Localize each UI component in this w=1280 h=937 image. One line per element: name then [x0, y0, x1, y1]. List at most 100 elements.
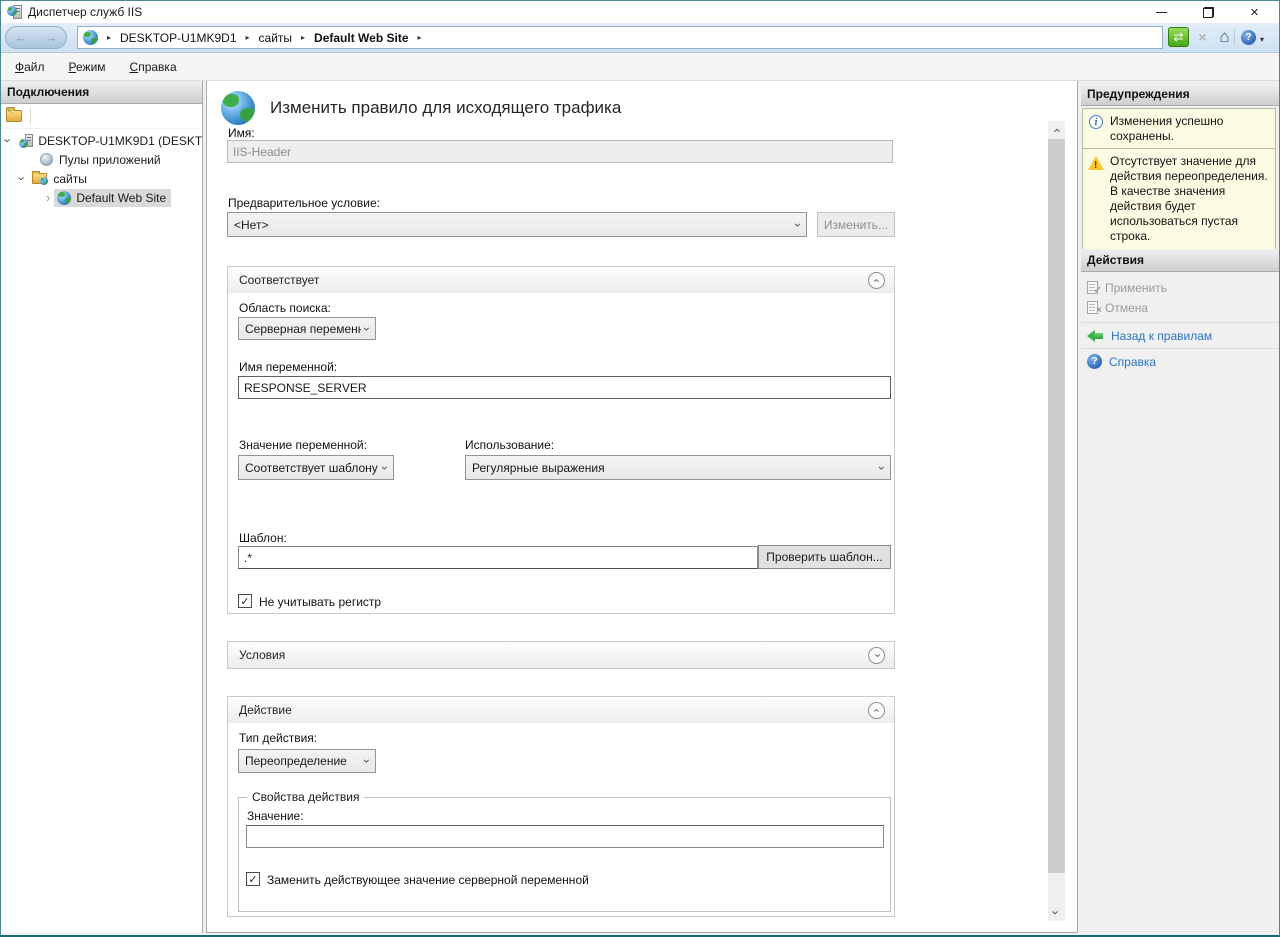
menu-hotkey: Р [69, 60, 76, 74]
collapse-button[interactable]: › [868, 272, 885, 289]
tree-item-app-pools[interactable]: Пулы приложений [1, 150, 202, 169]
page-globe-icon [221, 91, 255, 125]
back-to-rules-label: Назад к правилам [1111, 329, 1212, 343]
tree-item-sites[interactable]: › сайты [1, 169, 202, 188]
action-section-header[interactable]: Действие › [228, 697, 894, 723]
address-bar: ← → ▸ DESKTOP-U1MK9D1 ▸ сайты ▸ Default … [1, 23, 1279, 53]
chevron-down-icon[interactable]: › [2, 138, 15, 142]
conditions-section: Условия › [227, 641, 895, 669]
alert-info: i Изменения успешно сохранены. [1082, 108, 1276, 150]
chevron-up-icon: › [871, 278, 882, 282]
breadcrumb-arrow-icon: ▸ [246, 33, 250, 42]
help-icon: ? [1087, 354, 1102, 369]
home-icon: ⌂ [1219, 27, 1229, 47]
stop-button[interactable]: × [1192, 27, 1213, 47]
create-connection-icon[interactable]: → [6, 110, 22, 122]
scrollbar-thumb[interactable] [1048, 139, 1065, 873]
match-section-header[interactable]: Соответствует › [228, 267, 894, 293]
restore-icon [1203, 7, 1214, 18]
chevron-down-icon[interactable]: › [16, 176, 29, 180]
main-content: Изменить правило для исходящего трафика … [206, 81, 1078, 933]
using-select[interactable]: Регулярные выражения › [465, 455, 891, 480]
tree-item-server[interactable]: › DESKTOP-U1MK9D1 (DESKTOI [1, 131, 202, 150]
toolbar-divider [1234, 29, 1235, 45]
app-pools-icon [40, 153, 53, 166]
close-button[interactable]: × [1232, 1, 1277, 23]
forward-icon[interactable]: → [45, 31, 58, 44]
alert-text: Отсутствует значение для действия переоп… [1110, 154, 1268, 243]
stop-icon: × [1198, 29, 1206, 45]
menu-file[interactable]: Файл [5, 56, 55, 78]
scroll-down-button[interactable]: › [1048, 903, 1065, 921]
chevron-down-icon: › [871, 653, 882, 657]
minimize-button[interactable] [1139, 1, 1184, 23]
page-title: Изменить правило для исходящего трафика [270, 98, 621, 118]
menu-view[interactable]: Режим [59, 56, 116, 78]
ignore-case-checkbox[interactable]: ✓ [238, 594, 252, 608]
breadcrumb-item[interactable]: DESKTOP-U1MK9D1 [120, 31, 236, 45]
name-value: IIS-Header [233, 145, 291, 159]
scroll-up-button[interactable]: › [1048, 121, 1065, 139]
test-pattern-button[interactable]: Проверить шаблон... [758, 545, 891, 569]
help-button[interactable]: ? [1238, 27, 1259, 47]
iis-manager-window: Диспетчер служб IIS × ← → ▸ DESKTOP-U1MK… [0, 0, 1280, 937]
home-button[interactable]: ⌂ [1214, 27, 1235, 47]
precondition-label: Предварительное условие: [228, 196, 380, 210]
chevron-down-icon: › [361, 759, 373, 763]
action-section: Действие › Тип действия: Переопределение… [227, 696, 895, 917]
back-icon[interactable]: ← [15, 31, 28, 44]
value-input[interactable] [246, 825, 884, 848]
menu-hotkey: С [130, 60, 139, 74]
actions-header: Действия [1081, 249, 1279, 272]
pattern-label: Шаблон: [239, 531, 287, 545]
connections-header: Подключения [1, 81, 202, 104]
precondition-value: <Нет> [234, 218, 268, 232]
pattern-value: .* [244, 551, 252, 565]
alert-warning: Отсутствует значение для действия переоп… [1082, 148, 1276, 250]
ignore-case-label: Не учитывать регистр [259, 595, 381, 609]
chevron-down-icon: › [361, 327, 373, 331]
back-to-rules-action[interactable]: Назад к правилам [1081, 326, 1279, 345]
variable-name-input[interactable]: RESPONSE_SERVER [238, 376, 891, 399]
action-section-title: Действие [239, 703, 292, 717]
selected-tree-item[interactable]: Default Web Site [54, 189, 171, 207]
pattern-input[interactable]: .* [238, 546, 758, 569]
expand-button[interactable]: › [868, 647, 885, 664]
variable-value-label: Значение переменной: [239, 438, 367, 452]
menu-label: айл [24, 60, 44, 74]
scope-select[interactable]: Серверная переменн › [238, 317, 376, 340]
breadcrumb-item-current[interactable]: Default Web Site [314, 31, 408, 45]
refresh-button[interactable]: ⇄ [1168, 27, 1189, 47]
chevron-right-icon[interactable]: › [46, 191, 50, 204]
connections-tree: › DESKTOP-U1MK9D1 (DESKTOI Пулы приложен… [1, 131, 202, 207]
help-dropdown-icon[interactable]: ▾ [1260, 35, 1264, 44]
tree-item-label: Default Web Site [76, 191, 166, 205]
scrollbar[interactable]: › › [1048, 121, 1065, 921]
chevron-up-icon: › [871, 708, 882, 712]
breadcrumb-item[interactable]: сайты [259, 31, 293, 45]
chevron-down-icon: › [1050, 910, 1063, 914]
precondition-select[interactable]: <Нет> › [227, 212, 807, 237]
variable-value-select[interactable]: Соответствует шаблону › [238, 455, 394, 480]
tree-item-label: сайты [53, 172, 87, 186]
chevron-down-icon: › [792, 223, 804, 227]
refresh-icon: ⇄ [1173, 30, 1183, 44]
apply-icon: ✓ [1087, 281, 1098, 294]
tree-item-label: DESKTOP-U1MK9D1 (DESKTOI [38, 134, 202, 148]
name-label: Имя: [228, 126, 255, 140]
conditions-section-header[interactable]: Условия › [228, 642, 894, 668]
collapse-button[interactable]: › [868, 702, 885, 719]
restore-button[interactable] [1186, 1, 1231, 23]
divider [1081, 348, 1279, 349]
replace-checkbox[interactable]: ✓ [246, 872, 260, 886]
cancel-icon: × [1087, 301, 1098, 314]
toolbar-divider [30, 108, 31, 124]
alerts-header: Предупреждения [1081, 83, 1279, 106]
menu-help[interactable]: Справка [120, 56, 187, 78]
help-action[interactable]: ? Справка [1081, 352, 1279, 371]
using-value: Регулярные выражения [472, 461, 605, 475]
tree-item-default-web-site[interactable]: › Default Web Site [1, 188, 202, 207]
right-panel: Предупреждения i Изменения успешно сохра… [1081, 81, 1279, 933]
action-type-select[interactable]: Переопределение › [238, 749, 376, 773]
breadcrumb[interactable]: ▸ DESKTOP-U1MK9D1 ▸ сайты ▸ Default Web … [77, 26, 1163, 49]
